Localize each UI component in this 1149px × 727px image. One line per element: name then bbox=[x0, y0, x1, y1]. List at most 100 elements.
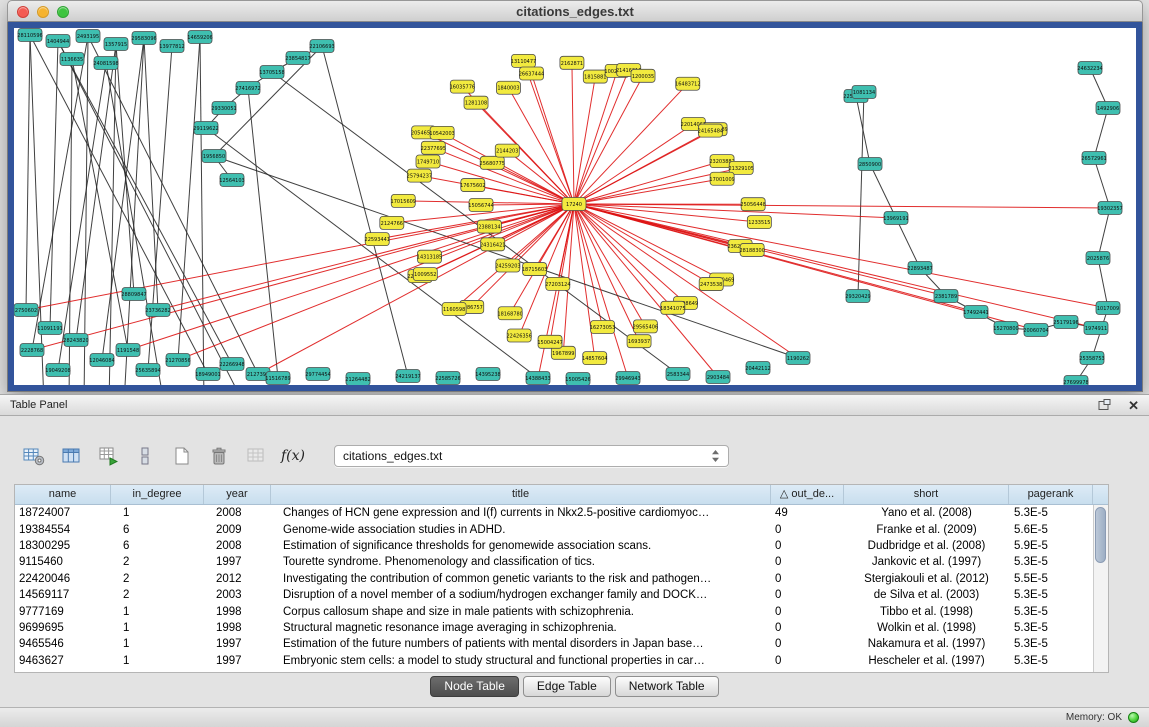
select-columns-icon[interactable] bbox=[59, 444, 83, 468]
tab-node-table[interactable]: Node Table bbox=[430, 676, 519, 697]
graph-node[interactable]: 13705158 bbox=[259, 66, 284, 79]
graph-node[interactable]: 11091191 bbox=[37, 322, 62, 335]
graph-node[interactable]: 28809847 bbox=[121, 288, 146, 301]
network-file-select[interactable]: citations_edges.txt bbox=[334, 445, 729, 467]
graph-node[interactable]: 2473538 bbox=[699, 278, 723, 291]
graph-node[interactable]: 16273053 bbox=[590, 321, 615, 334]
graph-node[interactable]: 27203124 bbox=[545, 277, 570, 290]
graph-node[interactable]: 12564103 bbox=[219, 174, 244, 187]
graph-node[interactable]: 20442112 bbox=[745, 362, 770, 375]
table-row[interactable]: 969969511998Structural magnetic resonanc… bbox=[15, 620, 1093, 636]
graph-node[interactable]: 25680775 bbox=[480, 156, 505, 169]
graph-node[interactable]: 1281108 bbox=[464, 96, 488, 109]
graph-node[interactable]: 22266948 bbox=[219, 358, 244, 371]
graph-node[interactable]: 16035776 bbox=[450, 80, 475, 93]
graph-node[interactable]: 2025876 bbox=[1086, 252, 1110, 265]
table-row[interactable]: 1456911722003Disruption of a novel membe… bbox=[15, 587, 1093, 603]
graph-node[interactable]: 24219137 bbox=[395, 370, 420, 383]
column-header-out_degree[interactable]: △ out_de... bbox=[771, 485, 844, 504]
graph-node[interactable]: 28243820 bbox=[63, 334, 88, 347]
graph-node[interactable]: 24632234 bbox=[1077, 62, 1102, 75]
graph-node[interactable]: 1956850 bbox=[202, 150, 226, 163]
row-options-icon[interactable] bbox=[133, 444, 157, 468]
graph-node[interactable]: 2850900 bbox=[858, 158, 882, 171]
create-column-icon[interactable] bbox=[170, 444, 194, 468]
graph-node[interactable]: 21264482 bbox=[345, 373, 370, 386]
graph-node[interactable]: 29119622 bbox=[193, 122, 218, 135]
graph-node[interactable]: 23854817 bbox=[285, 52, 310, 65]
graph-node[interactable]: 1749710 bbox=[416, 155, 440, 168]
graph-node[interactable]: 24081598 bbox=[93, 57, 118, 70]
close-window-icon[interactable] bbox=[17, 6, 29, 18]
graph-node[interactable]: 10542003 bbox=[429, 126, 454, 139]
function-builder-icon[interactable]: f(x) bbox=[281, 444, 305, 468]
graph-node[interactable]: 1081134 bbox=[852, 86, 876, 99]
graph-node[interactable]: 19302357 bbox=[1097, 202, 1122, 215]
graph-node[interactable]: 1492906 bbox=[1096, 102, 1120, 115]
graph-node[interactable]: 1136635 bbox=[60, 53, 84, 66]
graph-node[interactable]: 25635894 bbox=[135, 364, 160, 377]
graph-node[interactable]: 1357915 bbox=[104, 38, 128, 51]
graph-node[interactable]: 16483712 bbox=[675, 77, 700, 90]
graph-node[interactable]: 17015609 bbox=[391, 194, 416, 207]
table-options-icon[interactable] bbox=[22, 444, 46, 468]
graph-node[interactable]: 22893487 bbox=[907, 262, 932, 275]
graph-node[interactable]: 1693937 bbox=[627, 335, 651, 348]
graph-node[interactable]: 25794237 bbox=[407, 169, 432, 182]
graph-node[interactable]: 2388134 bbox=[477, 220, 501, 233]
graph-node[interactable]: 25358753 bbox=[1079, 352, 1104, 365]
table-row[interactable]: 1872400712008Changes of HCN gene express… bbox=[15, 505, 1093, 521]
graph-node[interactable]: 15270800 bbox=[993, 322, 1018, 335]
table-row[interactable]: 946554611997Estimation of the future num… bbox=[15, 636, 1093, 652]
column-header-name[interactable]: name bbox=[15, 485, 111, 504]
graph-node[interactable]: 22593441 bbox=[365, 233, 390, 246]
graph-node[interactable]: 20060704 bbox=[1023, 324, 1048, 337]
graph-node[interactable]: 14313185 bbox=[417, 250, 442, 263]
network-graph[interactable]: 1724025056448123351523620792281883002706… bbox=[14, 28, 1136, 385]
table-row[interactable]: 946362711997Embryonic stem cells: a mode… bbox=[15, 653, 1093, 669]
graph-node[interactable]: 2750602 bbox=[14, 304, 38, 317]
network-canvas[interactable]: 1724025056448123351523620792281883002706… bbox=[14, 28, 1136, 385]
delete-columns-icon[interactable] bbox=[207, 444, 231, 468]
graph-node[interactable]: 18341075 bbox=[660, 301, 685, 314]
graph-node[interactable]: 25056448 bbox=[740, 198, 765, 211]
graph-node[interactable]: 17240 bbox=[562, 198, 586, 211]
graph-node[interactable]: 29565406 bbox=[633, 320, 658, 333]
graph-node[interactable]: 18168780 bbox=[497, 307, 522, 320]
graph-node[interactable]: 15056744 bbox=[468, 198, 493, 211]
graph-node[interactable]: 2493195 bbox=[76, 30, 100, 43]
graph-node[interactable]: 1160598 bbox=[442, 303, 466, 316]
graph-node[interactable]: 1200035 bbox=[631, 69, 655, 82]
graph-node[interactable]: 2124766 bbox=[380, 216, 404, 229]
column-header-short[interactable]: short bbox=[844, 485, 1009, 504]
graph-node[interactable]: 1191548 bbox=[116, 344, 140, 357]
column-header-title[interactable]: title bbox=[271, 485, 771, 504]
graph-node[interactable]: 29330051 bbox=[211, 102, 236, 115]
graph-node[interactable]: 21270856 bbox=[165, 354, 190, 367]
graph-node[interactable]: 12046084 bbox=[89, 354, 114, 367]
graph-node[interactable]: 17492441 bbox=[963, 306, 988, 319]
graph-node[interactable]: 19049208 bbox=[45, 364, 70, 377]
graph-node[interactable]: 23736282 bbox=[145, 304, 170, 317]
graph-node[interactable]: 1017009 bbox=[1096, 302, 1120, 315]
graph-node[interactable]: 22377695 bbox=[421, 141, 446, 154]
graph-node[interactable]: 1974911 bbox=[1084, 322, 1108, 335]
import-table-icon[interactable] bbox=[96, 444, 120, 468]
graph-node[interactable]: 27699978 bbox=[1063, 376, 1088, 386]
graph-node[interactable]: 13969191 bbox=[883, 212, 908, 225]
graph-node[interactable]: 25179196 bbox=[1053, 316, 1078, 329]
graph-node[interactable]: 26572961 bbox=[1081, 152, 1106, 165]
graph-node[interactable]: 24165484 bbox=[698, 124, 723, 137]
tab-edge-table[interactable]: Edge Table bbox=[523, 676, 611, 697]
graph-node[interactable]: 2903484 bbox=[706, 371, 730, 384]
graph-node[interactable]: 29946943 bbox=[615, 372, 640, 385]
graph-node[interactable]: 11516789 bbox=[265, 372, 290, 385]
graph-node[interactable]: 2228768 bbox=[20, 344, 44, 357]
graph-node[interactable]: 2162871 bbox=[560, 56, 584, 69]
graph-node[interactable]: 2583344 bbox=[666, 368, 690, 381]
graph-node[interactable]: 17675602 bbox=[460, 179, 485, 192]
table-row[interactable]: 1938455462009Genome-wide association stu… bbox=[15, 521, 1093, 537]
graph-node[interactable]: 24316421 bbox=[480, 238, 505, 251]
graph-node[interactable]: 29583096 bbox=[131, 32, 156, 45]
column-header-year[interactable]: year bbox=[204, 485, 271, 504]
